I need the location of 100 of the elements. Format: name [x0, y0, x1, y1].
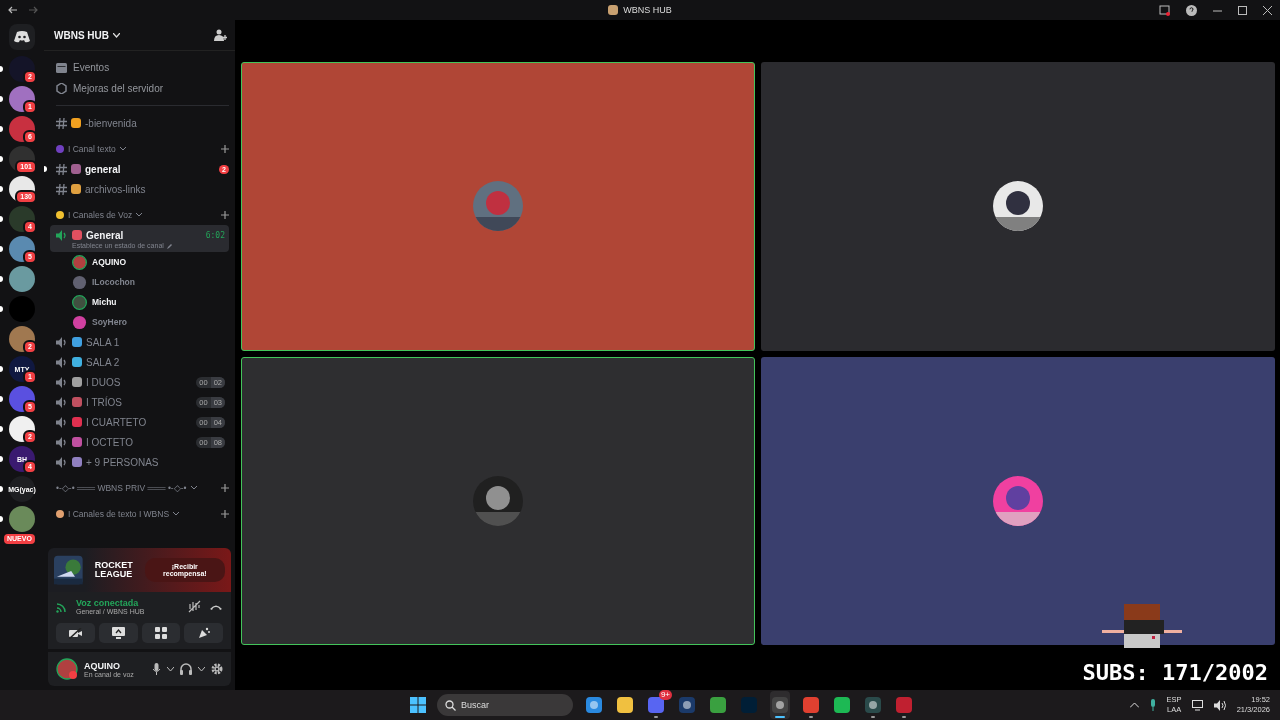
- video-tile[interactable]: [241, 62, 755, 351]
- add-member-icon[interactable]: [214, 29, 227, 41]
- signal-icon: [56, 600, 68, 613]
- inbox-icon[interactable]: [1159, 4, 1170, 16]
- voice-channel[interactable]: General: [86, 229, 202, 241]
- server-icon[interactable]: [9, 206, 35, 232]
- help-icon[interactable]: [1186, 4, 1197, 16]
- server-icon[interactable]: [9, 326, 35, 352]
- window-title: WBNS HUB: [623, 5, 672, 15]
- channel-item[interactable]: archivos-links: [85, 183, 229, 195]
- voice-channel[interactable]: + 9 PERSONAS: [86, 456, 225, 468]
- speaker-icon: [56, 229, 68, 241]
- search-icon[interactable]: [445, 700, 456, 711]
- screen-share-icon[interactable]: [111, 627, 125, 639]
- chevron-down-icon[interactable]: [198, 666, 205, 672]
- chevron-down-icon[interactable]: [167, 666, 174, 672]
- back-icon[interactable]: [8, 5, 18, 15]
- app-icon[interactable]: [772, 697, 788, 713]
- microphone-icon[interactable]: [152, 663, 161, 675]
- speaker-icon: [56, 436, 68, 448]
- plus-icon[interactable]: [221, 145, 229, 153]
- voice-member[interactable]: ILocochon: [92, 277, 135, 287]
- server-icon: [608, 5, 619, 15]
- boost-icon: [56, 83, 67, 94]
- app-icon[interactable]: [648, 697, 664, 713]
- party-popper-icon[interactable]: [197, 627, 210, 639]
- plus-icon[interactable]: [221, 484, 229, 492]
- search-field[interactable]: Buscar: [437, 694, 573, 716]
- voice-channel[interactable]: I OCTETO: [86, 436, 193, 448]
- category-header[interactable]: •-◇-• ═══ WBNS PRIV ═══ •-◇-•: [56, 483, 187, 493]
- calendar-icon: [56, 62, 67, 73]
- server-icon[interactable]: [9, 56, 35, 82]
- hashtag-icon: [56, 117, 67, 129]
- voice-channel[interactable]: I CUARTETO: [86, 416, 193, 428]
- voice-channel[interactable]: I TRÍOS: [86, 396, 193, 408]
- home-button[interactable]: [9, 24, 35, 50]
- nav-item[interactable]: Mejoras del servidor: [73, 83, 164, 94]
- channel-item[interactable]: -bienvenida: [85, 117, 229, 129]
- hashtag-icon: [56, 163, 67, 175]
- speaker-icon: [56, 376, 68, 388]
- voice-member[interactable]: SoyHero: [92, 317, 127, 327]
- server-icon[interactable]: [9, 416, 35, 442]
- voice-channel[interactable]: SALA 1: [86, 336, 225, 348]
- camera-off-button[interactable]: [56, 623, 95, 643]
- game-logo-text: LEAGUE: [94, 570, 133, 579]
- notification-badge: 9+: [658, 690, 672, 700]
- headphones-icon[interactable]: [180, 663, 192, 675]
- windows-start-icon[interactable]: [410, 697, 426, 713]
- subscriber-counter-overlay: SUBS: 171/2002: [1082, 660, 1268, 685]
- plus-icon[interactable]: [221, 211, 229, 219]
- forward-icon[interactable]: [28, 5, 38, 15]
- category-header[interactable]: I Canal texto: [68, 144, 116, 154]
- app-icon[interactable]: [586, 697, 602, 713]
- noise-suppression-icon[interactable]: [188, 600, 201, 613]
- pencil-icon[interactable]: [166, 242, 173, 249]
- app-icon[interactable]: [865, 697, 881, 713]
- grid-icon[interactable]: [154, 627, 167, 639]
- voice-member[interactable]: AQUINO: [92, 257, 126, 267]
- username: AQUINO: [84, 660, 121, 671]
- video-tile[interactable]: [761, 356, 1275, 645]
- avatar[interactable]: [56, 658, 78, 680]
- server-icon[interactable]: [9, 236, 35, 262]
- game-logo-text: ROCKET: [94, 561, 133, 570]
- call-timer: 6:02: [205, 230, 225, 240]
- microphone-icon[interactable]: [1148, 699, 1157, 711]
- voice-channel[interactable]: SALA 2: [86, 356, 225, 368]
- app-icon[interactable]: [834, 697, 850, 713]
- close-icon[interactable]: [1263, 5, 1272, 15]
- chevron-up-icon[interactable]: [1129, 702, 1139, 708]
- voice-channel[interactable]: I DUOS: [86, 376, 193, 388]
- app-icon[interactable]: [803, 697, 819, 713]
- app-icon[interactable]: [617, 697, 633, 713]
- settings-icon[interactable]: [211, 663, 223, 675]
- speaker-icon: [56, 416, 68, 428]
- server-name-dropdown[interactable]: WBNS HUB: [54, 29, 109, 41]
- maximize-icon[interactable]: [1238, 5, 1247, 15]
- network-icon[interactable]: [1191, 699, 1204, 711]
- speaker-icon: [56, 456, 68, 468]
- speaker-icon: [56, 336, 68, 348]
- hashtag-icon: [56, 183, 67, 195]
- server-icon[interactable]: [9, 266, 35, 292]
- speaker-icon: [56, 356, 68, 368]
- category-header[interactable]: I Canales de texto I WBNS: [68, 509, 170, 519]
- server-icon[interactable]: [9, 116, 35, 142]
- volume-icon[interactable]: [1213, 699, 1227, 711]
- server-icon[interactable]: [9, 386, 35, 412]
- plus-icon[interactable]: [221, 510, 229, 518]
- voice-member[interactable]: Michu: [92, 297, 117, 307]
- soundboard-button[interactable]: [184, 623, 223, 643]
- category-header[interactable]: I Canales de Voz: [68, 210, 133, 220]
- app-icon[interactable]: [710, 697, 726, 713]
- activities-button[interactable]: [141, 623, 181, 643]
- video-tile[interactable]: [241, 356, 755, 645]
- camera-off-icon[interactable]: [68, 627, 82, 639]
- screen-share-button[interactable]: [98, 623, 138, 643]
- channel-item[interactable]: general: [85, 163, 216, 175]
- home-icon[interactable]: [14, 31, 30, 43]
- video-tile[interactable]: [761, 62, 1275, 351]
- nav-item[interactable]: Eventos: [73, 62, 110, 73]
- app-icon[interactable]: [679, 697, 695, 713]
